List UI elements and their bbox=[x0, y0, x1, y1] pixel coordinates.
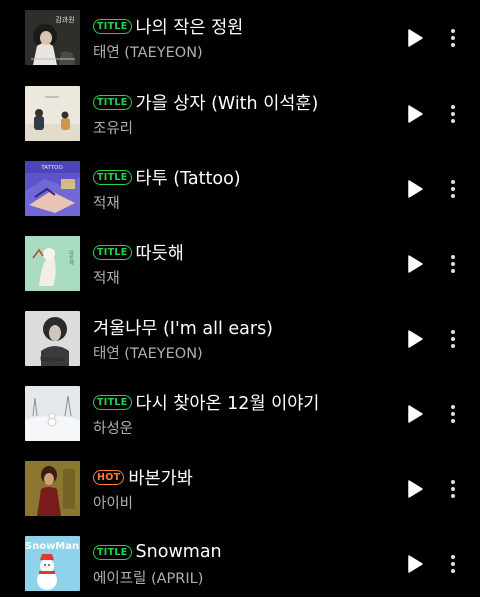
album-art[interactable]: 감과원 bbox=[25, 10, 80, 65]
artist-name: 태연 (TAEYEON) bbox=[93, 346, 203, 362]
title-line: TITLE Snowman bbox=[93, 540, 222, 564]
song-title: 따듯해 bbox=[135, 243, 184, 264]
album-art[interactable] bbox=[25, 461, 80, 516]
title-line: HOT 바본가봐 bbox=[93, 465, 193, 489]
track-list: 감과원 TITLE 나의 작은 정원 태연 (TAEYEON) TITLE 가을… bbox=[0, 0, 480, 597]
title-badge: TITLE bbox=[93, 394, 132, 410]
song-title: 겨울나무 (I'm all ears) bbox=[93, 318, 274, 339]
hot-badge: HOT bbox=[93, 469, 125, 485]
album-art-text: 감과원 bbox=[55, 15, 74, 24]
song-title: 다시 찾아온 12월 이야기 bbox=[135, 393, 320, 414]
more-vertical-icon[interactable] bbox=[444, 553, 462, 575]
album-art[interactable]: SnowMan bbox=[25, 536, 80, 591]
title-badge: TITLE bbox=[93, 169, 132, 185]
more-vertical-icon[interactable] bbox=[444, 27, 462, 49]
title-line: TITLE 다시 찾아온 12월 이야기 bbox=[93, 390, 319, 414]
more-vertical-icon[interactable] bbox=[444, 103, 462, 125]
track-row[interactable]: TATTOO TITLE 타투 (Tattoo) 적재 bbox=[0, 161, 480, 236]
album-art[interactable] bbox=[25, 386, 80, 441]
more-vertical-icon[interactable] bbox=[444, 328, 462, 350]
more-vertical-icon[interactable] bbox=[444, 403, 462, 425]
title-badge: TITLE bbox=[93, 244, 132, 260]
play-icon[interactable] bbox=[405, 329, 425, 349]
album-art[interactable]: 따듯해 bbox=[25, 236, 80, 291]
play-icon[interactable] bbox=[405, 479, 425, 499]
track-row[interactable]: TITLE 가을 상자 (With 이석훈) 조유리 bbox=[0, 86, 480, 161]
artist-name: 하성운 bbox=[93, 421, 134, 437]
play-icon[interactable] bbox=[405, 104, 425, 124]
track-row[interactable]: 따듯해 TITLE 따듯해 적재 bbox=[0, 236, 480, 311]
title-line: TITLE 타투 (Tattoo) bbox=[93, 165, 241, 189]
play-icon[interactable] bbox=[405, 404, 425, 424]
track-row[interactable]: taeyeon 겨울나무 (I'm all ears) 태연 (TAEYEON) bbox=[0, 311, 480, 386]
track-row[interactable]: TITLE 다시 찾아온 12월 이야기 하성운 bbox=[0, 386, 480, 461]
more-vertical-icon[interactable] bbox=[444, 253, 462, 275]
album-art-text: taeyeon bbox=[40, 356, 64, 363]
song-title: 나의 작은 정원 bbox=[135, 17, 244, 38]
play-icon[interactable] bbox=[405, 554, 425, 574]
song-title: 바본가봐 bbox=[128, 468, 193, 489]
track-row[interactable]: 감과원 TITLE 나의 작은 정원 태연 (TAEYEON) bbox=[0, 10, 480, 85]
song-title: 가을 상자 (With 이석훈) bbox=[135, 93, 319, 114]
more-vertical-icon[interactable] bbox=[444, 478, 462, 500]
play-icon[interactable] bbox=[405, 179, 425, 199]
song-title: 타투 (Tattoo) bbox=[135, 168, 241, 189]
more-vertical-icon[interactable] bbox=[444, 178, 462, 200]
album-art-text: TATTOO bbox=[40, 165, 63, 171]
album-art[interactable] bbox=[25, 86, 80, 141]
artist-name: 태연 (TAEYEON) bbox=[93, 45, 203, 61]
play-icon[interactable] bbox=[405, 28, 425, 48]
title-badge: TITLE bbox=[93, 18, 132, 34]
play-icon[interactable] bbox=[405, 254, 425, 274]
track-row[interactable]: SnowMan TITLE Snowman 에이프릴 (APRIL) bbox=[0, 536, 480, 597]
album-art[interactable]: taeyeon bbox=[25, 311, 80, 366]
album-art[interactable]: TATTOO bbox=[25, 161, 80, 216]
title-line: TITLE 나의 작은 정원 bbox=[93, 14, 243, 38]
title-line: TITLE 따듯해 bbox=[93, 240, 184, 264]
artist-name: 에이프릴 (APRIL) bbox=[93, 571, 204, 587]
album-art-text: SnowMan bbox=[25, 541, 79, 552]
artist-name: 적재 bbox=[93, 196, 120, 212]
title-line: 겨울나무 (I'm all ears) bbox=[93, 315, 273, 339]
title-line: TITLE 가을 상자 (With 이석훈) bbox=[93, 90, 318, 114]
album-art-text: 따듯해 bbox=[68, 249, 74, 266]
artist-name: 조유리 bbox=[93, 121, 134, 137]
artist-name: 적재 bbox=[93, 271, 120, 287]
song-title: Snowman bbox=[135, 542, 222, 562]
title-badge: TITLE bbox=[93, 94, 132, 110]
artist-name: 아이비 bbox=[93, 496, 134, 512]
title-badge: TITLE bbox=[93, 544, 132, 560]
track-row[interactable]: HOT 바본가봐 아이비 bbox=[0, 461, 480, 536]
